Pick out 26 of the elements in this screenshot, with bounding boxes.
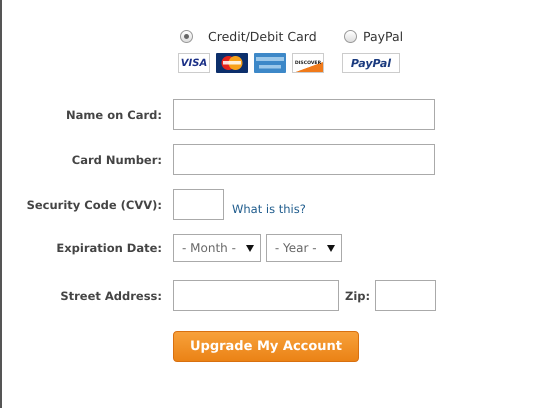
payment-option[interactable]: Credit/Debit Card (178, 27, 324, 45)
radio-button[interactable] (344, 30, 357, 42)
payment-option-label[interactable]: PayPal (363, 28, 404, 44)
input-field[interactable] (173, 144, 435, 175)
payment-option[interactable]: PayPal (342, 27, 404, 45)
help-link[interactable]: What is this? (232, 202, 306, 216)
paypal-logo: PayPal (342, 53, 400, 73)
input-field[interactable] (173, 280, 339, 311)
dropdown-arrow-icon (326, 244, 335, 252)
mastercard-icon (216, 53, 248, 73)
input-field[interactable] (173, 99, 435, 130)
input-field[interactable] (173, 189, 224, 220)
input-field[interactable] (375, 280, 436, 311)
radio-button[interactable] (180, 30, 193, 42)
amex-card-icon (254, 53, 286, 73)
field-label: Street Address: (59, 288, 162, 302)
field-label: Card Number: (70, 152, 162, 166)
field-label: Expiration Date: (55, 241, 162, 255)
dropdown[interactable]: - Year - (266, 234, 342, 262)
field-label: Security Code (CVV): (26, 198, 162, 212)
payment-option-label[interactable]: Credit/Debit Card (208, 28, 317, 44)
dropdown[interactable]: - Month - (173, 234, 261, 262)
dropdown-arrow-icon (246, 244, 254, 252)
card-logo: VISA (178, 53, 210, 73)
field-label: Zip: (345, 288, 370, 302)
field-label: Name on Card: (65, 108, 162, 122)
